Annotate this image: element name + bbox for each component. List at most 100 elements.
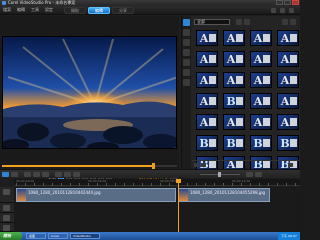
ruler-tick (277, 183, 278, 186)
graphic-icon[interactable] (183, 59, 190, 66)
taskbar-item[interactable]: 桌面 (26, 233, 46, 239)
view-toggle-icon[interactable] (282, 19, 288, 25)
transition-thumbnail[interactable]: A (223, 51, 245, 67)
zoom-knob[interactable] (218, 172, 221, 177)
transition-thumbnail[interactable]: A (250, 114, 272, 130)
transition-thumbnail[interactable]: A (223, 114, 245, 130)
ruler-tick (259, 183, 260, 186)
thumbnail-preview-icon (236, 118, 243, 126)
instant-project-icon[interactable] (183, 29, 190, 36)
title-icon[interactable] (183, 49, 190, 56)
thumbnail-preview-icon (290, 34, 297, 42)
ruler-tick (61, 183, 62, 186)
menu-file[interactable]: 檔案 (3, 7, 11, 13)
overlay-track-icon (3, 205, 10, 211)
transition-thumbnail[interactable]: B (223, 135, 245, 151)
thumbnail-size-icon[interactable] (288, 163, 293, 167)
path-icon[interactable] (183, 79, 190, 86)
timeline-view-button[interactable] (2, 172, 9, 177)
transition-thumbnail[interactable]: A (250, 72, 272, 88)
transition-thumbnail[interactable]: A (250, 30, 272, 46)
maximize-button[interactable] (284, 0, 291, 5)
add-track-button[interactable] (24, 172, 31, 177)
filter-icon[interactable] (183, 69, 190, 76)
menu-tools[interactable]: 工具 (31, 7, 39, 13)
storyboard-view-button[interactable] (11, 172, 18, 177)
transition-thumbnail[interactable]: A (223, 72, 245, 88)
thumbnail-preview-icon (209, 34, 216, 42)
fit-project-button[interactable] (246, 172, 253, 177)
thumbnail-preview-icon (263, 118, 270, 126)
timeline-ruler[interactable]: 00:00:00:00 00:00:04:00 00:00:08:00 00:0… (14, 179, 300, 186)
ruler-tick (169, 183, 170, 186)
redo-button[interactable] (42, 172, 49, 177)
transition-thumbnail[interactable]: A (250, 93, 272, 109)
transition-thumbnail[interactable]: A (196, 30, 218, 46)
tab-share[interactable]: 分享 (112, 7, 134, 14)
transition-thumbnail[interactable]: B (277, 135, 299, 151)
ruler-tick (16, 183, 17, 186)
favorite-icon[interactable] (236, 19, 242, 25)
auto-music-button[interactable] (64, 172, 71, 177)
zoom-slider[interactable] (200, 172, 240, 177)
ruler-tick (97, 183, 98, 186)
transition-thumbnail[interactable]: A (277, 72, 299, 88)
options-icon[interactable] (290, 19, 296, 25)
ruler-tick (115, 183, 116, 186)
title-track-header[interactable] (0, 213, 14, 223)
music-track-header[interactable] (0, 223, 14, 232)
tab-edit[interactable]: 編輯 (88, 7, 110, 14)
transition-thumbnail[interactable]: B (223, 93, 245, 109)
list-view-icon[interactable] (194, 163, 199, 167)
transition-thumbnail[interactable]: A (277, 114, 299, 130)
apply-icon[interactable] (244, 19, 250, 25)
start-button[interactable]: 開始 (0, 232, 22, 240)
transition-thumbnail[interactable]: A (277, 51, 299, 67)
category-dropdown[interactable]: 全部 (194, 19, 230, 25)
transition-thumbnail[interactable]: A (250, 51, 272, 67)
transition-thumbnail[interactable]: A (196, 114, 218, 130)
transition-thumbnail[interactable]: A (196, 72, 218, 88)
record-capture-button[interactable] (55, 172, 62, 177)
thumbnail-preview-icon (209, 76, 216, 84)
undo-icon[interactable] (271, 8, 276, 13)
transition-thumbnail[interactable]: B (196, 135, 218, 151)
timeline-tracks: 1080_1280_2010112810442444.jpg 1080_1280… (0, 187, 300, 232)
ruler-tick (160, 183, 161, 186)
minimize-button[interactable] (276, 0, 283, 5)
undo-button[interactable] (33, 172, 40, 177)
taskbar-item-active[interactable]: VideoStudio (70, 233, 100, 239)
video-clip[interactable]: 1080_1280_2010112810442444.jpg (16, 188, 176, 202)
taskbar-item[interactable]: Corel (48, 233, 68, 239)
transition-icon[interactable] (183, 39, 190, 46)
video-clip[interactable]: 1080_1280_20101128104455298.jpg (178, 188, 270, 202)
menu-edit[interactable]: 編輯 (17, 7, 25, 13)
transition-thumbnail[interactable]: A (196, 51, 218, 67)
grid-view-icon[interactable] (201, 163, 206, 167)
tab-capture[interactable]: 擷取 (64, 7, 86, 14)
save-icon[interactable] (289, 8, 294, 13)
timeline-settings-button[interactable] (255, 172, 262, 177)
transition-thumbnail[interactable]: A (277, 93, 299, 109)
transition-thumbnail[interactable]: B (250, 135, 272, 151)
thumbnail-preview-icon (290, 139, 297, 147)
playhead-cap[interactable] (176, 179, 181, 183)
transition-thumbnail[interactable]: A (223, 30, 245, 46)
overlay-track-header[interactable] (0, 203, 14, 213)
timeline-playhead[interactable] (176, 179, 181, 232)
thumbnail-preview-icon (236, 139, 243, 147)
redo-icon[interactable] (280, 8, 285, 13)
preview-progress[interactable] (2, 163, 177, 169)
menu-settings[interactable]: 設定 (45, 7, 53, 13)
close-button[interactable] (292, 0, 299, 5)
video-track-header[interactable] (0, 187, 14, 203)
transition-thumbnail[interactable]: A (196, 93, 218, 109)
thumbnail-preview-icon (263, 139, 270, 147)
preview-image (3, 37, 176, 148)
media-library-icon[interactable] (183, 19, 190, 26)
transition-thumbnail[interactable]: A (277, 30, 299, 46)
menu-bar: 檔案 編輯 工具 設定 擷取 編輯 分享 (0, 6, 300, 15)
preview-screen[interactable] (2, 36, 177, 149)
top-tools (271, 8, 294, 13)
mixer-button[interactable] (73, 172, 80, 177)
